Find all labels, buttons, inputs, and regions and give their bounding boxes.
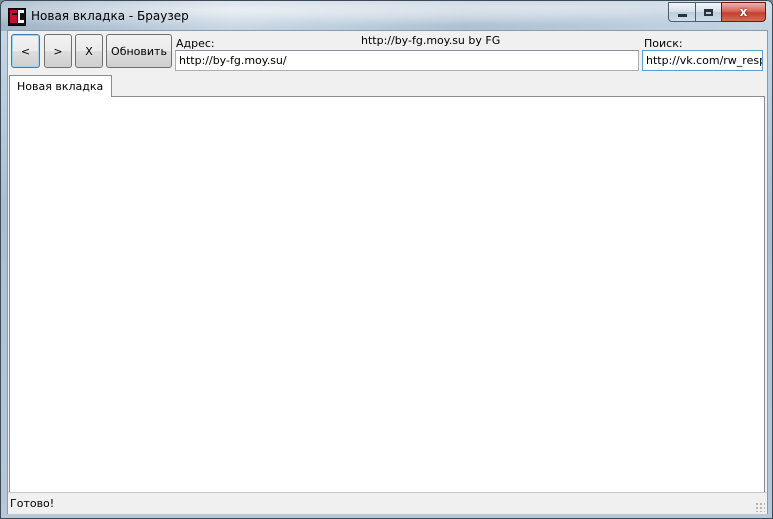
back-button[interactable]: < [11, 34, 40, 68]
close-icon: x [739, 5, 748, 19]
fg-logo-icon[interactable] [8, 8, 26, 26]
tab-new-tab[interactable]: Новая вкладка [9, 75, 113, 97]
minimize-icon [677, 13, 687, 17]
status-bar: Готово! [8, 492, 767, 514]
title-bar[interactable]: Новая вкладка - Браузер x [1, 1, 772, 31]
stop-button[interactable]: X [75, 34, 103, 68]
window-controls: x [668, 2, 766, 22]
resize-grip-icon[interactable] [755, 502, 765, 512]
site-banner: http://by-fg.moy.su by FG [361, 34, 501, 47]
address-label: Адрес: [176, 37, 215, 50]
client-area: < > X Обновить Адрес: http://by-fg.moy.s… [7, 30, 768, 514]
tab-strip: Новая вкладка [9, 75, 765, 97]
maximize-icon [704, 8, 713, 16]
refresh-button[interactable]: Обновить [106, 34, 172, 68]
browser-window: Новая вкладка - Браузер x < > X Обновить… [0, 0, 773, 519]
maximize-button[interactable] [695, 2, 721, 22]
status-text: Готово! [10, 497, 55, 510]
minimize-button[interactable] [668, 2, 695, 22]
search-label: Поиск: [644, 37, 683, 50]
address-input[interactable]: http://by-fg.moy.su/ [175, 50, 639, 71]
forward-button[interactable]: > [44, 34, 72, 68]
search-input[interactable]: http://vk.com/rw_respe [642, 50, 763, 71]
close-button[interactable]: x [721, 2, 766, 22]
page-content-area[interactable] [9, 96, 765, 493]
window-title: Новая вкладка - Браузер [31, 9, 189, 23]
